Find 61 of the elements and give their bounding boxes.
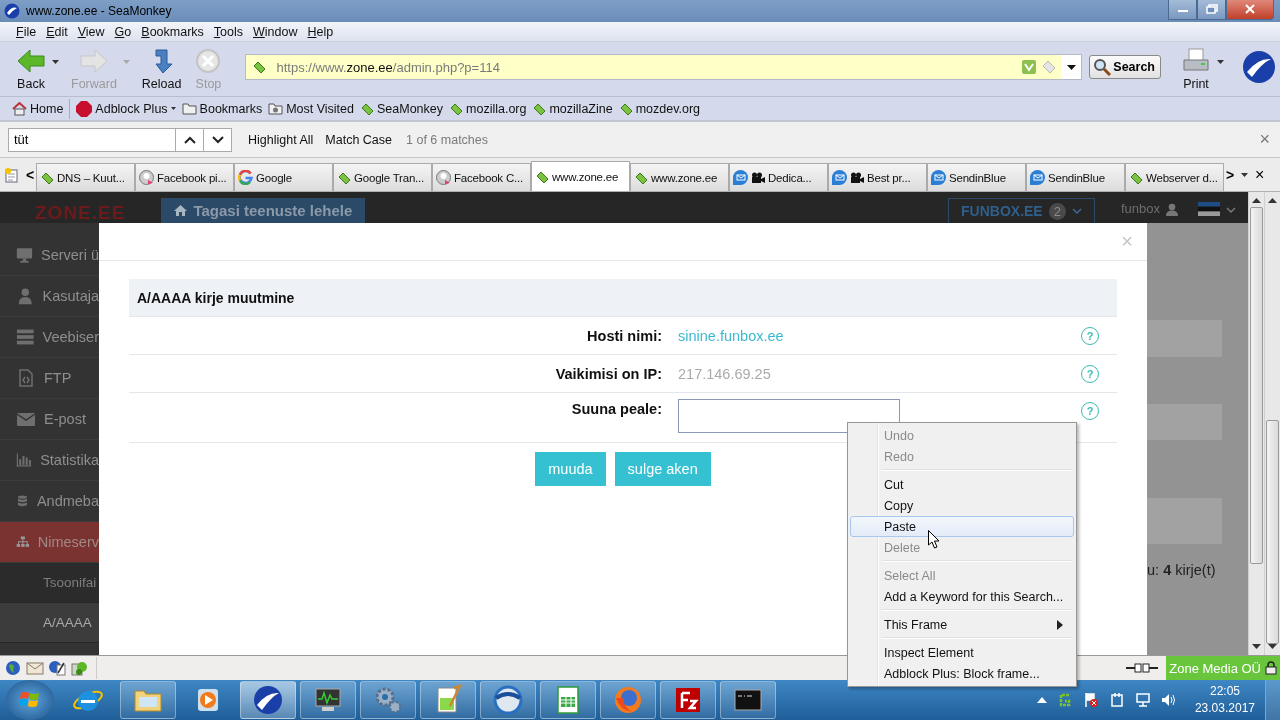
browser-tab[interactable]: Facebook C... [432, 163, 531, 191]
browser-tab[interactable]: www.zone.ee [531, 161, 630, 191]
menu-item[interactable]: File [12, 24, 43, 39]
scroll-tabs-left-button[interactable]: < [24, 161, 36, 188]
field-label: Vaikimisi on IP: [554, 365, 662, 382]
menu-item[interactable]: Add a Keyword for this Search... [850, 586, 1074, 607]
menu-item[interactable]: Inspect Element [850, 642, 1074, 663]
bookmark-item[interactable]: SeaMonkey [360, 101, 443, 116]
close-tab-button[interactable]: × [1253, 165, 1267, 184]
menu-item[interactable]: View [73, 24, 111, 39]
scroll-tabs-right-button[interactable]: > [1224, 161, 1236, 188]
browser-tab[interactable]: Google [234, 163, 333, 191]
browser-tab[interactable]: Best pr... [828, 163, 927, 191]
browser-tab[interactable]: SendinBlue [1026, 163, 1125, 191]
search-button[interactable]: Search [1089, 55, 1161, 79]
toolbar-button[interactable]: Back [10, 45, 52, 93]
sidebar-item[interactable]: A/AAAA [0, 603, 99, 643]
address-field[interactable]: https://www.zone.ee/admin.php?p=114 [245, 54, 1083, 80]
menu-item[interactable]: Help [303, 24, 340, 39]
window-title: www.zone.ee - SeaMonkey [26, 4, 172, 18]
menu-item[interactable]: Go [110, 24, 138, 39]
menu-item[interactable]: Copy [850, 495, 1074, 516]
find-option-button[interactable]: Highlight All [244, 132, 318, 147]
record-count: u: 4 kirje(t) [1147, 562, 1216, 578]
browser-tab[interactable]: www.zone.ee [630, 163, 729, 191]
menu-item[interactable]: Tools [209, 24, 249, 39]
field-label: Suuna peale: [570, 401, 662, 417]
browser-tab[interactable]: Dedica... [729, 163, 828, 191]
bookmark-item[interactable]: Bookmarks [181, 101, 263, 116]
browser-tab[interactable]: Google Tran... [333, 163, 432, 191]
browser-tab[interactable]: DNS – Kuut... [36, 163, 135, 191]
browser-tab[interactable]: SendinBlue [927, 163, 1026, 191]
close-button[interactable]: × [1257, 129, 1272, 150]
print-button[interactable]: Print [1175, 45, 1217, 93]
menu-item[interactable]: Bookmarks [137, 24, 210, 39]
toolbar-button[interactable]: Reload [135, 45, 188, 93]
count-badge: 2 [1048, 202, 1066, 220]
clock[interactable]: 22:05 23.03.2017 [1194, 683, 1255, 717]
clock-date: 23.03.2017 [1194, 700, 1255, 717]
field-value: 217.146.69.25 [678, 365, 771, 382]
bookmark-item[interactable]: Adblock Plus [76, 100, 176, 117]
menu-item[interactable]: This Frame [850, 614, 1074, 635]
find-field[interactable]: tüt [8, 127, 176, 152]
panel-title: A/AAAA kirje muutmine [137, 289, 295, 306]
bookmark-item[interactable]: Home [12, 101, 64, 116]
browser-tab[interactable]: Facebook pi... [135, 163, 234, 191]
find-option-button[interactable]: Match Case [321, 132, 397, 147]
bookmark-item[interactable]: Most Visited [268, 101, 354, 116]
field-label: Hosti nimi: [586, 327, 662, 344]
bookmark-item[interactable]: mozdev.org [618, 101, 701, 116]
menu-item[interactable]: Edit [42, 24, 74, 39]
menu-item[interactable]: Cut [850, 474, 1074, 495]
clock-time: 22:05 [1209, 683, 1240, 700]
menu-item[interactable]: Window [249, 24, 304, 39]
menu-item[interactable]: Paste [850, 516, 1074, 537]
sidebar-item[interactable]: Tsoonifai [0, 563, 99, 603]
bookmark-item[interactable]: mozilla.org [449, 101, 527, 116]
match-count: 1 of 6 matches [406, 132, 489, 147]
browser-tab[interactable]: Webserver d... [1125, 163, 1224, 191]
bookmark-item[interactable]: mozillaZine [532, 101, 613, 116]
menu-item[interactable]: Adblock Plus: Block frame... [850, 663, 1074, 684]
